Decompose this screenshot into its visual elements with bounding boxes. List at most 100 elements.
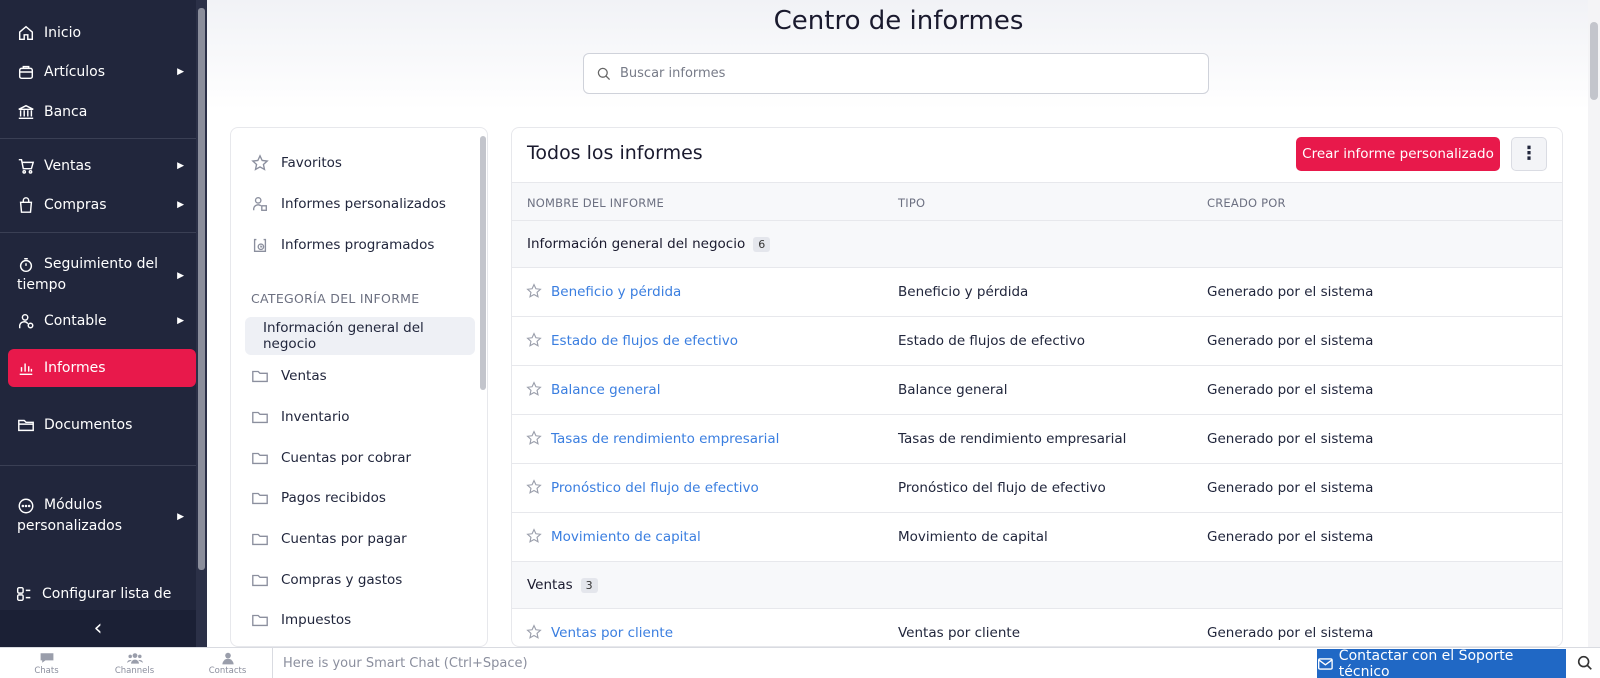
category-label: Pagos recibidos <box>281 490 386 506</box>
search-icon[interactable] <box>1576 654 1596 674</box>
users-group-icon <box>126 653 143 664</box>
sidebar-item-label: Ventas <box>44 158 92 174</box>
category-active[interactable]: Información general del negocio <box>245 317 475 355</box>
folder-icon <box>252 411 268 424</box>
report-created-by: Generado por el sistema <box>1207 529 1374 545</box>
column-header-type[interactable]: TIPO <box>898 196 925 210</box>
sidebar-item-label: Banca <box>44 104 88 120</box>
report-type: Beneficio y pérdida <box>898 284 1029 300</box>
sidebar-item-documentos[interactable]: Documentos <box>8 414 196 436</box>
table-row: Estado de flujos de efectivo Estado de f… <box>512 317 1562 366</box>
report-created-by: Generado por el sistema <box>1207 625 1374 641</box>
category-scrollbar-thumb[interactable] <box>480 136 486 390</box>
bottom-item-label: Channels <box>114 666 155 676</box>
category-label: Informes programados <box>281 237 435 253</box>
category-informes-programados[interactable]: Informes programados <box>251 236 434 254</box>
sidebar-item-seguimiento[interactable]: Seguimiento del tiempo ▶ <box>8 254 196 298</box>
chats-button[interactable]: Chats <box>0 648 93 678</box>
sidebar-item-label: Inicio <box>44 25 82 41</box>
category-favoritos[interactable]: Favoritos <box>251 154 342 172</box>
sidebar-item-modulos[interactable]: Módulos personalizados ▶ <box>8 495 196 539</box>
category-label: Informes personalizados <box>281 196 446 212</box>
star-icon[interactable] <box>526 381 542 397</box>
bar-chart-icon <box>17 359 35 377</box>
column-header-name[interactable]: NOMBRE DEL INFORME <box>527 196 664 210</box>
category-label: Inventario <box>281 409 350 425</box>
group-name: Información general del negocio <box>527 236 746 252</box>
sidebar-item-contable[interactable]: Contable ▶ <box>8 310 196 332</box>
report-created-by: Generado por el sistema <box>1207 382 1374 398</box>
caret-right-icon: ▶ <box>177 316 184 326</box>
sidebar-item-label: Contable <box>44 313 107 329</box>
star-icon[interactable] <box>526 528 542 544</box>
report-link[interactable]: Estado de flujos de efectivo <box>551 333 738 349</box>
category-folder[interactable]: Pagos recibidos <box>251 489 386 507</box>
report-created-by: Generado por el sistema <box>1207 480 1374 496</box>
sidebar-item-configurar[interactable]: Configurar lista de <box>6 583 194 605</box>
collapse-sidebar-button[interactable]: ‹ <box>0 610 196 647</box>
sidebar-item-informes[interactable]: Informes <box>8 349 196 387</box>
category-label: Cuentas por cobrar <box>281 450 412 466</box>
caret-right-icon: ▶ <box>177 271 184 281</box>
category-panel: Favoritos Informes personalizados Inform… <box>230 127 488 647</box>
caret-right-icon: ▶ <box>177 200 184 210</box>
search-box[interactable] <box>583 53 1209 94</box>
sidebar-item-compras[interactable]: Compras ▶ <box>8 194 196 216</box>
star-icon[interactable] <box>526 624 542 640</box>
report-link[interactable]: Movimiento de capital <box>551 529 701 545</box>
more-options-button[interactable]: ⋮ <box>1511 137 1547 171</box>
category-folder[interactable]: Impuestos <box>251 611 351 629</box>
sidebar-item-banca[interactable]: Banca <box>8 101 196 123</box>
sidebar-item-label: Artículos <box>44 64 106 80</box>
category-label: Ventas <box>281 368 327 384</box>
report-link[interactable]: Ventas por cliente <box>551 625 673 641</box>
main-scrollbar-thumb[interactable] <box>1590 22 1598 100</box>
table-row: Movimiento de capital Movimiento de capi… <box>512 513 1562 562</box>
category-folder[interactable]: Inventario <box>251 408 350 426</box>
star-icon[interactable] <box>526 283 542 299</box>
category-folder[interactable]: Compras y gastos <box>251 571 402 589</box>
category-folder[interactable]: Ventas <box>251 367 327 385</box>
category-label: Impuestos <box>281 612 352 628</box>
sidebar-item-label-line2: personalizados <box>17 518 123 534</box>
sidebar-item-label-line2: tiempo <box>17 277 67 293</box>
star-icon[interactable] <box>526 332 542 348</box>
mail-icon <box>1318 657 1333 670</box>
report-link[interactable]: Beneficio y pérdida <box>551 284 681 300</box>
group-row: Información general del negocio 6 <box>512 221 1562 268</box>
report-link[interactable]: Tasas de rendimiento empresarial <box>551 431 779 447</box>
table-row: Tasas de rendimiento empresarial Tasas d… <box>512 415 1562 464</box>
sidebar: Inicio Artículos ▶ Banca Ventas ▶ Compra… <box>0 0 207 647</box>
search-input[interactable] <box>620 66 1180 81</box>
star-icon[interactable] <box>526 430 542 446</box>
home-icon <box>17 24 35 42</box>
contacts-button[interactable]: Contacts <box>181 648 274 678</box>
sidebar-item-inicio[interactable]: Inicio <box>8 22 196 44</box>
more-circle-icon <box>17 497 35 515</box>
smart-chat-input[interactable]: Here is your Smart Chat (Ctrl+Space) <box>272 648 1316 678</box>
create-custom-report-button[interactable]: Crear informe personalizado <box>1296 137 1500 171</box>
table-row: Beneficio y pérdida Beneficio y pérdida … <box>512 268 1562 317</box>
contact-support-button[interactable]: Contactar con el Soporte técnico <box>1317 648 1566 678</box>
sidebar-item-articulos[interactable]: Artículos ▶ <box>8 61 196 83</box>
star-icon[interactable] <box>526 479 542 495</box>
report-created-by: Generado por el sistema <box>1207 431 1374 447</box>
folder-icon <box>17 416 35 434</box>
sidebar-scrollbar-thumb[interactable] <box>198 8 205 570</box>
category-informes-personalizados[interactable]: Informes personalizados <box>251 195 446 213</box>
column-header-created-by[interactable]: CREADO POR <box>1207 196 1286 210</box>
sidebar-item-label: Informes <box>44 360 106 376</box>
report-link[interactable]: Balance general <box>551 382 660 398</box>
sidebar-item-label-line1: Seguimiento del <box>44 256 159 272</box>
category-heading: CATEGORÍA DEL INFORME <box>251 291 420 306</box>
star-icon <box>251 154 269 171</box>
accountant-icon <box>17 312 35 330</box>
sidebar-item-ventas[interactable]: Ventas ▶ <box>8 155 196 177</box>
reports-panel: Todos los informes Crear informe persona… <box>511 127 1563 647</box>
report-type: Tasas de rendimiento empresarial <box>898 431 1127 447</box>
main-scrollbar[interactable] <box>1588 0 1600 647</box>
category-folder[interactable]: Cuentas por cobrar <box>251 449 411 467</box>
channels-button[interactable]: Channels <box>88 648 181 678</box>
category-folder[interactable]: Cuentas por pagar <box>251 530 407 548</box>
report-link[interactable]: Pronóstico del flujo de efectivo <box>551 480 759 496</box>
